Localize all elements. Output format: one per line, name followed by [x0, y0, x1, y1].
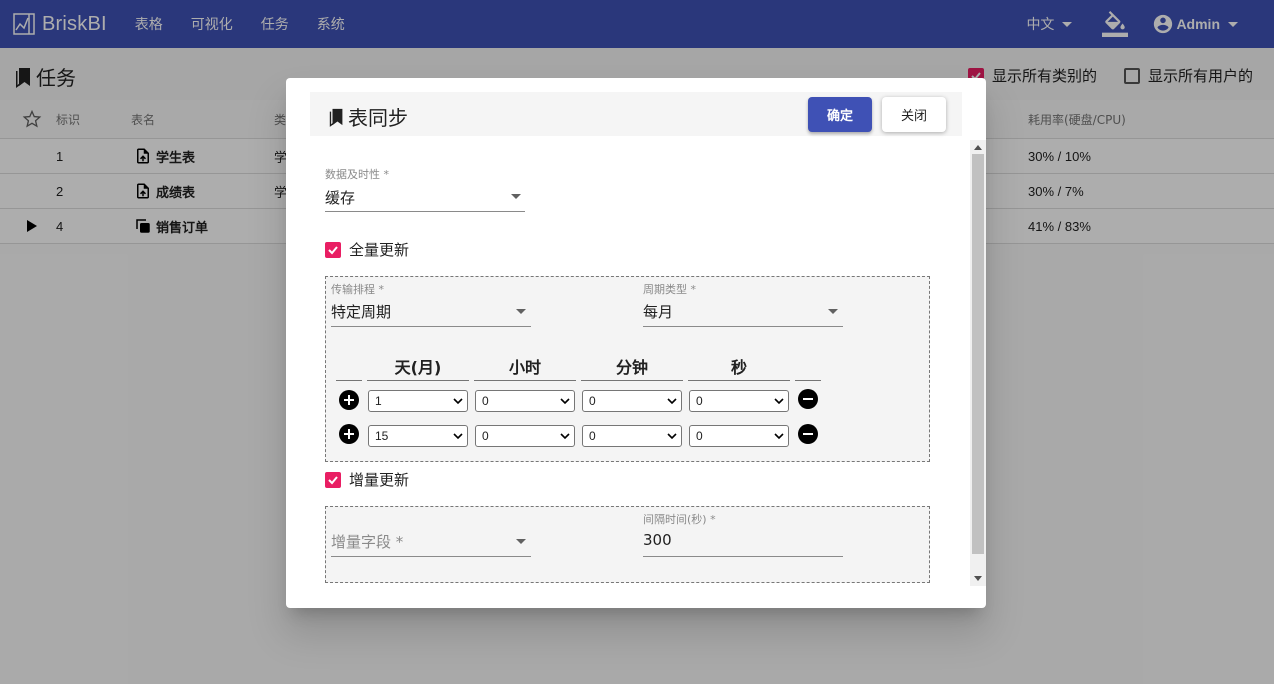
dropdown-arrow-icon — [516, 309, 526, 314]
column-underline — [795, 380, 821, 381]
confirm-button[interactable]: 确定 — [808, 97, 872, 132]
cycle-type-value: 每月 — [643, 303, 674, 321]
field-underline — [331, 326, 531, 327]
minute-select[interactable]: 0 — [582, 425, 682, 447]
dropdown-arrow-icon — [516, 539, 526, 544]
dialog-header: 表同步 确定 关闭 — [310, 92, 962, 136]
column-underline — [581, 380, 683, 381]
hour-select[interactable]: 0 — [475, 425, 575, 447]
minute-select[interactable]: 0 — [582, 390, 682, 412]
add-row-button[interactable] — [339, 390, 359, 410]
checkbox-checked-icon — [325, 241, 341, 258]
minute-select-value: 0 — [589, 429, 596, 443]
dialog-title: 表同步 — [328, 102, 408, 131]
timeliness-label: 数据及时性 * — [325, 168, 389, 181]
minute-select-value: 0 — [589, 394, 596, 408]
plus-icon — [344, 395, 354, 405]
minus-icon — [803, 433, 813, 435]
checkbox-checked-icon — [325, 471, 341, 488]
add-row-button[interactable] — [339, 424, 359, 444]
interval-label: 间隔时间(秒) * — [643, 513, 716, 526]
incremental-field-placeholder: 增量字段 * — [331, 533, 404, 551]
col-header-day: 天(月) — [394, 358, 442, 377]
chevron-down-icon — [453, 433, 463, 440]
schedule-label: 传输排程 * — [331, 283, 384, 296]
field-underline — [643, 556, 843, 557]
table-sync-dialog: 表同步 确定 关闭 数据及时性 * 缓存 全量更新 传输排程 * 特定周期 周期… — [286, 78, 986, 608]
column-underline — [336, 380, 362, 381]
chevron-down-icon — [560, 398, 570, 405]
minus-icon — [803, 398, 813, 400]
chevron-down-icon — [774, 433, 784, 440]
remove-row-button[interactable] — [798, 424, 818, 444]
close-button[interactable]: 关闭 — [882, 97, 946, 132]
full-update-label: 全量更新 — [349, 241, 410, 259]
column-underline — [474, 380, 576, 381]
column-underline — [367, 380, 469, 381]
hour-select-value: 0 — [482, 429, 489, 443]
day-select-value: 1 — [375, 394, 382, 408]
bookmarks-icon — [329, 108, 343, 127]
chevron-down-icon — [667, 433, 677, 440]
second-select-value: 0 — [696, 394, 703, 408]
incremental-box — [325, 506, 930, 583]
field-underline — [325, 211, 525, 212]
scroll-up-arrow-icon[interactable] — [974, 145, 982, 150]
dialog-scrollbar[interactable] — [970, 140, 986, 586]
day-select[interactable]: 15 — [368, 425, 468, 447]
schedule-value: 特定周期 — [331, 303, 392, 321]
col-header-hour: 小时 — [508, 358, 541, 377]
hour-select-value: 0 — [482, 394, 489, 408]
hour-select[interactable]: 0 — [475, 390, 575, 412]
second-select[interactable]: 0 — [689, 390, 789, 412]
dialog-title-text: 表同步 — [348, 106, 408, 130]
col-header-minute: 分钟 — [615, 358, 648, 377]
timeliness-value: 缓存 — [325, 189, 356, 207]
field-underline — [643, 326, 843, 327]
remove-row-button[interactable] — [798, 389, 818, 409]
dropdown-arrow-icon — [828, 309, 838, 314]
scroll-down-arrow-icon[interactable] — [974, 576, 982, 581]
chevron-down-icon — [560, 433, 570, 440]
cycle-type-label: 周期类型 * — [643, 283, 696, 296]
day-select[interactable]: 1 — [368, 390, 468, 412]
chevron-down-icon — [453, 398, 463, 405]
field-underline — [331, 556, 531, 557]
chevron-down-icon — [774, 398, 784, 405]
second-select[interactable]: 0 — [689, 425, 789, 447]
column-underline — [688, 380, 790, 381]
chevron-down-icon — [667, 398, 677, 405]
scrollbar-thumb[interactable] — [972, 154, 984, 554]
second-select-value: 0 — [696, 429, 703, 443]
interval-value: 300 — [643, 531, 672, 549]
full-update-checkbox[interactable]: 全量更新 — [325, 239, 409, 260]
dropdown-arrow-icon — [511, 194, 521, 199]
incremental-update-label: 增量更新 — [349, 471, 410, 489]
day-select-value: 15 — [375, 429, 389, 443]
plus-icon — [344, 429, 354, 439]
incremental-update-checkbox[interactable]: 增量更新 — [325, 469, 409, 490]
col-header-second: 秒 — [730, 358, 747, 377]
